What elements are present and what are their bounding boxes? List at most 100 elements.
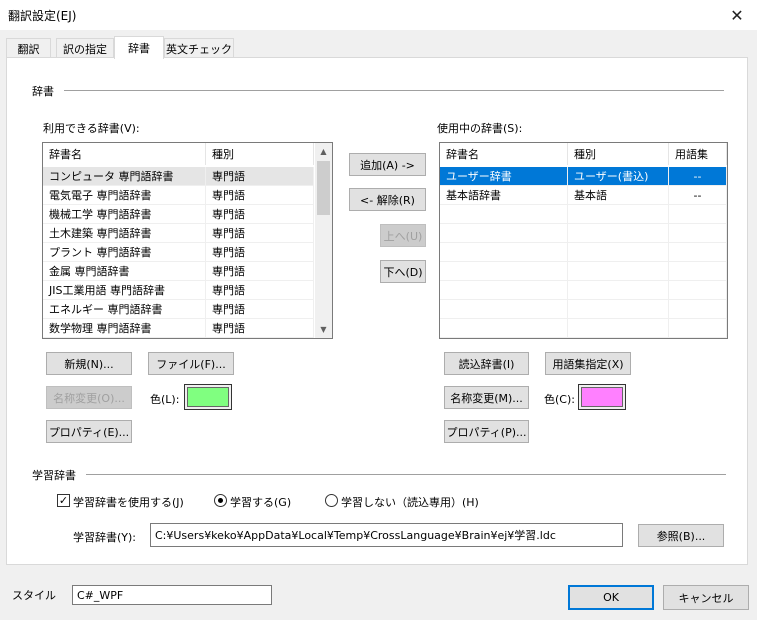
learn-radio[interactable] <box>214 494 227 507</box>
group-divider <box>64 90 724 91</box>
dict-type: 専門語 <box>206 243 314 262</box>
list-item[interactable]: 電気電子 専門語辞書 専門語 <box>43 186 332 205</box>
tab-translation-spec[interactable]: 訳の指定 <box>56 38 114 58</box>
list-item[interactable]: コンピュータ 専門語辞書 専門語 <box>43 167 332 186</box>
properties-right-button[interactable]: プロパティ(P)... <box>444 420 529 443</box>
column-header-type[interactable]: 種別 <box>568 143 669 165</box>
remove-button[interactable]: <- 解除(R) <box>349 188 426 211</box>
close-icon[interactable]: ✕ <box>717 0 757 30</box>
vertical-scrollbar[interactable]: ▲ ▼ <box>315 143 332 338</box>
group-divider <box>86 474 726 475</box>
column-header-glossary[interactable]: 用語集 <box>669 143 727 165</box>
glossary-button[interactable]: 用語集指定(X) <box>545 352 631 375</box>
empty-cell <box>440 300 568 319</box>
no-learn-radio[interactable] <box>325 494 338 507</box>
add-button[interactable]: 追加(A) -> <box>349 153 426 176</box>
list-item-empty <box>440 300 727 319</box>
in-use-dict-list[interactable]: 辞書名 種別 用語集 ユーザー辞書 ユーザー(書込) -- 基本語辞書 基本語 … <box>439 142 728 339</box>
in-use-dict-label: 使用中の辞書(S): <box>437 122 523 135</box>
chevron-up-icon[interactable]: ▲ <box>315 143 332 160</box>
empty-cell <box>568 262 669 281</box>
learning-path-field[interactable]: C:¥Users¥keko¥AppData¥Local¥Temp¥CrossLa… <box>150 523 623 547</box>
move-down-button[interactable]: 下へ(D) <box>380 260 426 283</box>
dict-type: 専門語 <box>206 262 314 281</box>
scrollbar-thumb[interactable] <box>317 161 330 215</box>
learning-path-label: 学習辞書(Y): <box>73 531 137 544</box>
tab-label: 辞書 <box>128 42 150 55</box>
column-header-name[interactable]: 辞書名 <box>43 143 206 165</box>
window-title: 翻訳設定(EJ) <box>8 9 77 23</box>
dict-type: ユーザー(書込) <box>568 167 669 186</box>
style-field[interactable]: C#_WPF <box>72 585 272 605</box>
list-item[interactable]: JIS工業用語 専門語辞書 専門語 <box>43 281 332 300</box>
list-header: 辞書名 種別 <box>43 143 332 165</box>
dict-type: 専門語 <box>206 167 314 186</box>
column-header-name[interactable]: 辞書名 <box>440 143 568 165</box>
list-item[interactable]: ユーザー辞書 ユーザー(書込) -- <box>440 167 727 186</box>
empty-cell <box>440 224 568 243</box>
learning-group-title: 学習辞書 <box>32 467 82 483</box>
empty-cell <box>669 224 727 243</box>
list-item-empty <box>440 224 727 243</box>
list-item-empty <box>440 243 727 262</box>
rename-left-button[interactable]: 名称変更(O)... <box>46 386 132 409</box>
dict-name: 電気電子 専門語辞書 <box>43 186 206 205</box>
list-item[interactable]: プラント 専門語辞書 専門語 <box>43 243 332 262</box>
chevron-down-icon[interactable]: ▼ <box>315 321 332 338</box>
tab-translation[interactable]: 翻訳 <box>6 38 51 58</box>
dict-name: 機械工学 専門語辞書 <box>43 205 206 224</box>
color-left-label: 色(L): <box>150 393 180 406</box>
dict-glossary: -- <box>669 167 727 186</box>
tab-dictionary[interactable]: 辞書 <box>114 36 164 59</box>
color-right-picker[interactable] <box>578 384 626 410</box>
list-item[interactable]: 金属 専門語辞書 専門語 <box>43 262 332 281</box>
dict-name: JIS工業用語 専門語辞書 <box>43 281 206 300</box>
color-right-swatch <box>581 387 623 407</box>
color-left-picker[interactable] <box>184 384 232 410</box>
list-item[interactable]: 数学物理 専門語辞書 専門語 <box>43 319 332 338</box>
empty-cell <box>568 224 669 243</box>
dict-type: 専門語 <box>206 319 314 338</box>
dict-name: コンピュータ 専門語辞書 <box>43 167 206 186</box>
cancel-button[interactable]: キャンセル <box>663 585 749 610</box>
empty-cell <box>568 319 669 338</box>
learn-radio-label[interactable]: 学習する(G) <box>230 494 291 510</box>
column-header-type[interactable]: 種別 <box>206 143 314 165</box>
list-item[interactable]: 基本語辞書 基本語 -- <box>440 186 727 205</box>
dict-name: ユーザー辞書 <box>440 167 568 186</box>
tab-label: 訳の指定 <box>63 42 107 56</box>
empty-cell <box>440 319 568 338</box>
tab-label: 英文チェック <box>166 42 232 56</box>
rename-right-button[interactable]: 名称変更(M)... <box>444 386 529 409</box>
ok-button[interactable]: OK <box>568 585 654 610</box>
file-button[interactable]: ファイル(F)... <box>148 352 234 375</box>
properties-left-button[interactable]: プロパティ(E)... <box>46 420 132 443</box>
no-learn-radio-label[interactable]: 学習しない（読込専用）(H) <box>341 494 479 510</box>
list-item-empty <box>440 281 727 300</box>
dict-name: エネルギー 専門語辞書 <box>43 300 206 319</box>
dictionary-group-title: 辞書 <box>32 83 60 99</box>
list-item[interactable]: 機械工学 専門語辞書 専門語 <box>43 205 332 224</box>
list-item[interactable]: エネルギー 専門語辞書 専門語 <box>43 300 332 319</box>
empty-cell <box>669 319 727 338</box>
use-learning-checkbox[interactable]: ✓ <box>57 494 70 507</box>
empty-cell <box>669 281 727 300</box>
dict-name: 土木建築 専門語辞書 <box>43 224 206 243</box>
list-item[interactable]: 土木建築 専門語辞書 専門語 <box>43 224 332 243</box>
dict-type: 専門語 <box>206 300 314 319</box>
empty-cell <box>440 243 568 262</box>
list-item-empty <box>440 205 727 224</box>
use-learning-label[interactable]: 学習辞書を使用する(J) <box>73 494 184 510</box>
empty-cell <box>568 205 669 224</box>
empty-cell <box>568 300 669 319</box>
browse-button[interactable]: 参照(B)... <box>638 524 724 547</box>
read-dict-button[interactable]: 読込辞書(I) <box>444 352 529 375</box>
new-dict-button[interactable]: 新規(N)... <box>46 352 132 375</box>
empty-cell <box>440 281 568 300</box>
available-dict-list[interactable]: 辞書名 種別 コンピュータ 専門語辞書 専門語 電気電子 専門語辞書 専門語 機… <box>42 142 333 339</box>
color-left-swatch <box>187 387 229 407</box>
available-dict-label: 利用できる辞書(V): <box>43 122 140 135</box>
tab-english-check[interactable]: 英文チェック <box>164 38 234 58</box>
empty-cell <box>440 262 568 281</box>
move-up-button[interactable]: 上へ(U) <box>380 224 426 247</box>
